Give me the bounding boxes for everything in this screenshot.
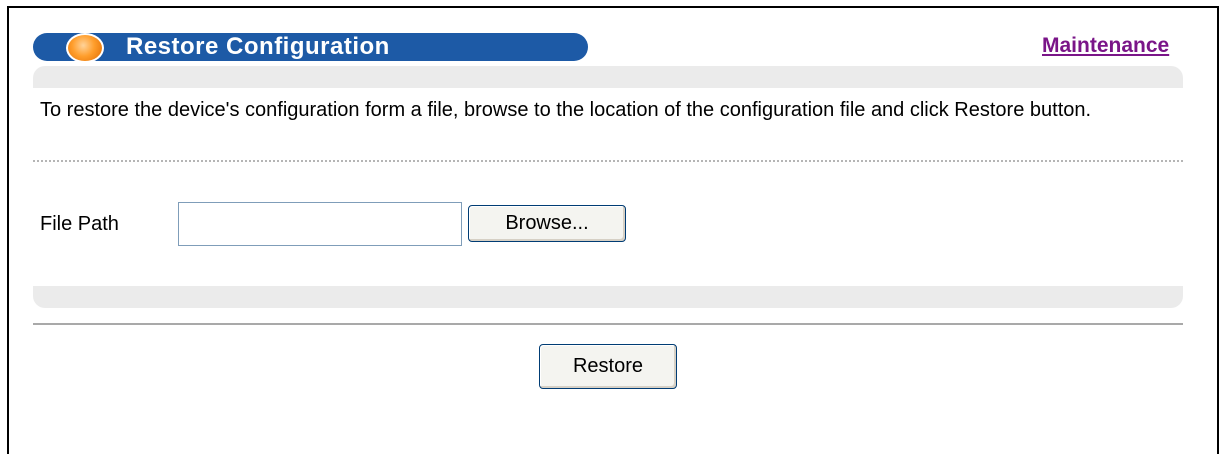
browse-button[interactable]: Browse...	[468, 205, 626, 242]
instructions-text: To restore the device's configuration fo…	[40, 99, 1092, 121]
file-path-input[interactable]	[178, 202, 462, 246]
dotted-divider	[33, 160, 1183, 162]
file-path-label: File Path	[40, 213, 119, 235]
page-title: Restore Configuration	[126, 33, 390, 60]
section-divider	[33, 323, 1183, 325]
orb-icon	[66, 33, 104, 63]
maintenance-link[interactable]: Maintenance	[1042, 34, 1169, 58]
restore-button[interactable]: Restore	[539, 344, 677, 389]
